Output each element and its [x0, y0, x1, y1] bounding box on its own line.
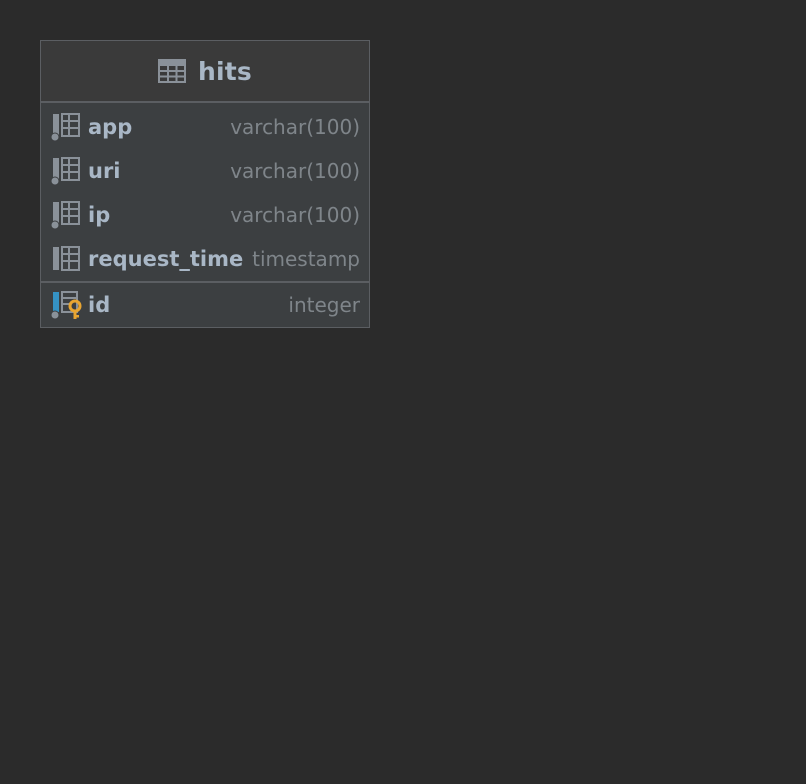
column-type: varchar(100): [230, 203, 360, 227]
column-type: varchar(100): [230, 115, 360, 139]
table-icon: [158, 59, 186, 83]
nullable-column-icon: [50, 201, 80, 230]
column-row-ip[interactable]: ip varchar(100): [41, 193, 369, 237]
column-type: varchar(100): [230, 159, 360, 183]
column-name: id: [88, 293, 111, 317]
column-type: integer: [288, 293, 360, 317]
column-name: app: [88, 115, 133, 139]
column-row-app[interactable]: app varchar(100): [41, 105, 369, 149]
nullable-column-icon: [50, 157, 80, 186]
nullable-column-icon: [50, 113, 80, 142]
table-header[interactable]: hits: [41, 41, 369, 103]
table-title: hits: [198, 56, 252, 86]
column-name: request_time: [88, 247, 244, 271]
column-name: ip: [88, 203, 111, 227]
column-row-uri[interactable]: uri varchar(100): [41, 149, 369, 193]
column-type: timestamp: [252, 247, 360, 271]
column-name: uri: [88, 159, 121, 183]
table-node-hits[interactable]: hits app varchar(100) uri varchar(100) i…: [40, 40, 370, 328]
primary-key-column-icon: [50, 291, 82, 320]
column-row-request-time[interactable]: request_time timestamp: [41, 237, 369, 281]
column-icon: [53, 246, 80, 271]
column-row-id[interactable]: id integer: [41, 281, 369, 327]
